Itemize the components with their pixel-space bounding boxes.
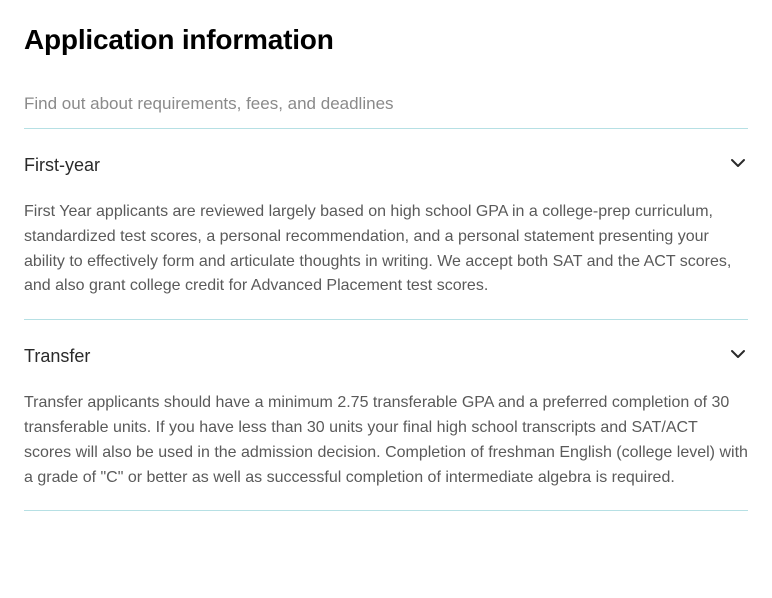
section-heading: Transfer <box>24 346 90 367</box>
divider <box>24 510 748 511</box>
chevron-down-icon <box>728 344 748 369</box>
page-title: Application information <box>24 24 748 56</box>
chevron-down-icon <box>728 153 748 178</box>
accordion-section-first-year: First-year First Year applicants are rev… <box>24 129 748 319</box>
section-heading: First-year <box>24 155 100 176</box>
accordion-header-first-year[interactable]: First-year <box>24 153 748 178</box>
accordion-section-transfer: Transfer Transfer applicants should have… <box>24 320 748 510</box>
accordion-header-transfer[interactable]: Transfer <box>24 344 748 369</box>
section-body: Transfer applicants should have a minimu… <box>24 391 748 490</box>
page-subtitle: Find out about requirements, fees, and d… <box>24 94 748 114</box>
section-body: First Year applicants are reviewed large… <box>24 200 748 299</box>
